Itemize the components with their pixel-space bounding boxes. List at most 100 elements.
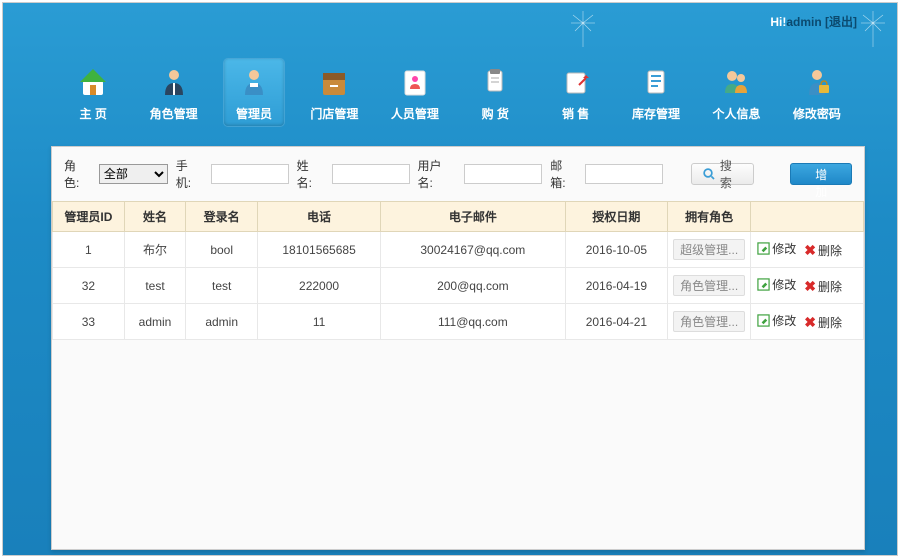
table-cell: 33 [53,304,125,340]
col-header [751,202,864,232]
decorative-dandelion [563,9,603,49]
nav-item-purchase[interactable]: 购 货 [465,59,525,126]
edit-icon [757,314,770,327]
nav-label: 库存管理 [632,105,680,122]
table-row: 32testtest222000200@qq.com2016-04-19角色管理… [53,268,864,304]
greeting-text: Hi! [770,15,786,29]
role-tag: 角色管理... [673,311,745,332]
purchase-icon [478,65,512,99]
table-cell: 18101565685 [258,232,381,268]
staff-icon [398,65,432,99]
app-window: Hi!admin [退出] 主 页 角色管理 管理员 门店管理 人员管理 购 货 销 售 库存… [2,2,898,556]
nav-label: 销 售 [562,105,589,122]
delete-icon: ✖ [804,280,816,293]
table-cell: 222000 [258,268,381,304]
nav-label: 修改密码 [793,105,841,122]
search-label: 搜索 [720,157,744,191]
nav-label: 购 货 [482,105,509,122]
edit-label: 修改 [772,312,796,329]
table-cell: 2016-04-21 [565,304,668,340]
delete-icon: ✖ [804,316,816,329]
filter-bar: 角色: 全部 手机: 姓名: 用户名: 邮箱: 搜索 增加 [52,147,864,201]
password-icon [800,65,834,99]
role-label: 角色: [64,157,91,191]
nav-item-admin[interactable]: 管理员 [224,59,284,126]
col-header: 登录名 [186,202,258,232]
content-panel: 角色: 全部 手机: 姓名: 用户名: 邮箱: 搜索 增加 管理员ID姓名 [51,146,865,550]
col-header: 授权日期 [565,202,668,232]
nav-label: 角色管理 [150,105,198,122]
nav-label: 门店管理 [310,105,358,122]
table-cell: 1 [53,232,125,268]
home-icon [76,65,110,99]
table-row: 1布尔bool1810156568530024167@qq.com2016-10… [53,232,864,268]
table-cell: test [124,268,186,304]
nav-item-staff[interactable]: 人员管理 [385,59,445,126]
search-button[interactable]: 搜索 [691,163,754,185]
table-cell: 2016-04-19 [565,268,668,304]
sales-icon [559,65,593,99]
table-cell: 111@qq.com [381,304,566,340]
role-tag: 角色管理... [673,275,745,296]
nav-item-role[interactable]: 角色管理 [143,59,203,126]
username-input[interactable] [464,164,542,184]
table-cell: 布尔 [124,232,186,268]
phone-label: 手机: [176,157,203,191]
email-label: 邮箱: [550,157,577,191]
delete-button[interactable]: ✖删除 [804,314,842,331]
nav-item-profile[interactable]: 个人信息 [706,59,766,126]
delete-button[interactable]: ✖删除 [804,278,842,295]
nav-item-store[interactable]: 门店管理 [304,59,364,126]
nav-item-sales[interactable]: 销 售 [545,59,605,126]
table-cell: admin [186,304,258,340]
name-input[interactable] [332,164,410,184]
role-icon [157,65,191,99]
nav-label: 人员管理 [391,105,439,122]
role-cell: 角色管理... [668,268,751,304]
col-header: 电话 [258,202,381,232]
edit-button[interactable]: 修改 [757,276,796,293]
nav-label: 管理员 [236,105,272,122]
edit-label: 修改 [772,240,796,257]
edit-label: 修改 [772,276,796,293]
role-cell: 角色管理... [668,304,751,340]
table-cell: 11 [258,304,381,340]
actions-cell: 修改 ✖删除 [751,304,864,340]
edit-button[interactable]: 修改 [757,240,796,257]
add-button[interactable]: 增加 [790,163,852,185]
table-row: 33adminadmin11111@qq.com2016-04-21角色管理..… [53,304,864,340]
admin-icon [237,65,271,99]
delete-label: 删除 [818,314,842,331]
edit-button[interactable]: 修改 [757,312,796,329]
table-cell: bool [186,232,258,268]
edit-icon [757,278,770,291]
col-header: 拥有角色 [668,202,751,232]
role-select[interactable]: 全部 [99,164,168,184]
delete-label: 删除 [818,278,842,295]
email-input[interactable] [585,164,663,184]
search-icon [702,167,716,181]
nav-item-home[interactable]: 主 页 [63,59,123,126]
table-cell: 200@qq.com [381,268,566,304]
nav-label: 主 页 [80,105,107,122]
header: Hi!admin [退出] [3,3,897,39]
table-cell: admin [124,304,186,340]
nav-item-password[interactable]: 修改密码 [787,59,847,126]
table-cell: 30024167@qq.com [381,232,566,268]
nav-item-stock[interactable]: 库存管理 [626,59,686,126]
delete-button[interactable]: ✖删除 [804,242,842,259]
nav-label: 个人信息 [712,105,760,122]
decorative-dandelion [853,9,893,49]
main-nav: 主 页 角色管理 管理员 门店管理 人员管理 购 货 销 售 库存管理 个人信息 修改密码 [3,39,897,146]
edit-icon [757,242,770,255]
username-label: 用户名: [418,157,457,191]
admin-table: 管理员ID姓名登录名电话电子邮件授权日期拥有角色 1布尔bool18101565… [52,201,864,340]
col-header: 管理员ID [53,202,125,232]
table-cell: 2016-10-05 [565,232,668,268]
role-tag: 超级管理... [673,239,745,260]
store-icon [317,65,351,99]
username-text: admin [786,15,821,29]
delete-icon: ✖ [804,244,816,257]
phone-input[interactable] [211,164,289,184]
actions-cell: 修改 ✖删除 [751,268,864,304]
